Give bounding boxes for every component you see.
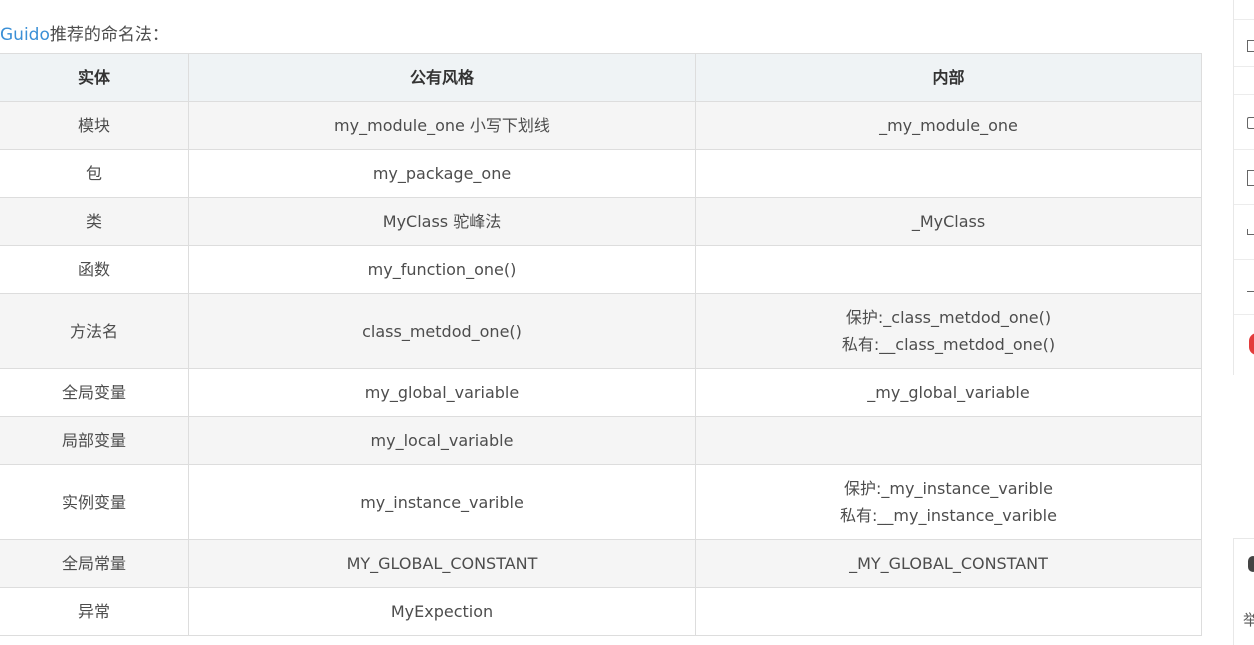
entity-cell: 全局常量 xyxy=(0,539,189,588)
table-row: 函数 my_function_one() xyxy=(0,245,1202,294)
entity-cell: 包 xyxy=(0,149,189,198)
table-row: 实例变量 my_instance_varible 保护:_my_instance_v… xyxy=(0,464,1202,540)
sidebar-item-divider xyxy=(1234,67,1254,95)
table-row: 异常 MyExpection xyxy=(0,587,1202,636)
internal-line: 私有:__my_instance_varible xyxy=(840,506,1057,525)
internal-line: _MY_GLOBAL_CONSTANT xyxy=(849,554,1048,573)
share-icon xyxy=(1247,229,1254,235)
table-header-row: 实体 公有风格 内部 xyxy=(0,53,1202,102)
internal-cell: _MyClass xyxy=(695,197,1202,246)
internal-line: _my_global_variable xyxy=(867,383,1030,402)
table-row: 类 MyClass 驼峰法 _MyClass xyxy=(0,197,1202,246)
public-style-cell: my_function_one() xyxy=(188,245,696,294)
public-style-cell: my_module_one 小写下划线 xyxy=(188,101,696,150)
entity-cell: 全局变量 xyxy=(0,368,189,417)
report-button[interactable]: 举 xyxy=(1243,609,1254,630)
internal-line: 保护:_my_instance_varible xyxy=(844,479,1053,498)
public-style-cell: my_instance_varible xyxy=(188,464,696,540)
sidebar-item-top[interactable] xyxy=(1234,0,1254,20)
public-style-cell: MY_GLOBAL_CONSTANT xyxy=(188,539,696,588)
table-row: 局部变量 my_local_variable xyxy=(0,416,1202,465)
public-style-cell: MyClass 驼峰法 xyxy=(188,197,696,246)
sidebar-item-notification[interactable] xyxy=(1234,315,1254,375)
internal-line: 保护:_class_metdod_one() xyxy=(845,308,1052,327)
public-style-cell: my_package_one xyxy=(188,149,696,198)
internal-cell xyxy=(695,149,1202,198)
table-body: 模块 my_module_one 小写下划线 _my_module_one 包 my_p… xyxy=(0,101,1202,636)
internal-line: _my_module_one xyxy=(879,116,1018,135)
star-icon xyxy=(1247,117,1254,129)
right-sidebar-toolbar xyxy=(1233,0,1254,375)
header-internal: 内部 xyxy=(695,53,1202,102)
header-entity: 实体 xyxy=(0,53,189,102)
right-sidebar-lower: 举 xyxy=(1233,538,1254,645)
internal-cell: _my_module_one xyxy=(695,101,1202,150)
internal-cell: 保护:_class_metdod_one() 私有:__class_metdod_… xyxy=(695,293,1202,369)
internal-cell xyxy=(695,416,1202,465)
public-style-cell: my_local_variable xyxy=(188,416,696,465)
public-style-cell: MyExpection xyxy=(188,587,696,636)
naming-table: 实体 公有风格 内部 模块 my_module_one 小写下划线 _my_modu… xyxy=(0,53,1202,636)
bookmark-icon xyxy=(1247,170,1254,186)
edit-icon xyxy=(1247,40,1254,52)
internal-cell: 保护:_my_instance_varible 私有:__my_instance_… xyxy=(695,464,1202,540)
entity-cell: 实例变量 xyxy=(0,464,189,540)
sidebar-item-collapse[interactable] xyxy=(1234,260,1254,315)
sidebar-item-share[interactable] xyxy=(1234,205,1254,260)
entity-cell: 异常 xyxy=(0,587,189,636)
internal-cell: _my_global_variable xyxy=(695,368,1202,417)
internal-cell: _MY_GLOBAL_CONSTANT xyxy=(695,539,1202,588)
intro-paragraph: Guido推荐的命名法： xyxy=(0,23,169,47)
table-row: 模块 my_module_one 小写下划线 _my_module_one xyxy=(0,101,1202,150)
article-page: Guido推荐的命名法： 实体 公有风格 内部 模块 my_module_one … xyxy=(0,0,1254,645)
table-row: 包 my_package_one xyxy=(0,149,1202,198)
intro-text: 推荐的命名法： xyxy=(49,25,169,45)
sidebar-item-bookmark[interactable] xyxy=(1234,150,1254,205)
notification-badge xyxy=(1249,333,1254,355)
sidebar-item-star[interactable] xyxy=(1234,95,1254,150)
collapse-icon xyxy=(1247,284,1254,292)
header-public-style: 公有风格 xyxy=(188,53,696,102)
tool-icon[interactable] xyxy=(1248,556,1254,572)
internal-cell xyxy=(695,245,1202,294)
entity-cell: 函数 xyxy=(0,245,189,294)
table-row: 全局变量 my_global_variable _my_global_variabl… xyxy=(0,368,1202,417)
internal-line: 私有:__class_metdod_one() xyxy=(841,335,1056,354)
entity-cell: 类 xyxy=(0,197,189,246)
guido-link[interactable]: Guido xyxy=(0,25,50,45)
public-style-cell: my_global_variable xyxy=(188,368,696,417)
internal-cell xyxy=(695,587,1202,636)
sidebar-item-edit[interactable] xyxy=(1234,20,1254,67)
table-row: 方法名 class_metdod_one() 保护:_class_metdod_on… xyxy=(0,293,1202,369)
entity-cell: 模块 xyxy=(0,101,189,150)
entity-cell: 局部变量 xyxy=(0,416,189,465)
table-row: 全局常量 MY_GLOBAL_CONSTANT _MY_GLOBAL_CONSTAN… xyxy=(0,539,1202,588)
public-style-cell: class_metdod_one() xyxy=(188,293,696,369)
entity-cell: 方法名 xyxy=(0,293,189,369)
internal-line: _MyClass xyxy=(911,212,986,231)
